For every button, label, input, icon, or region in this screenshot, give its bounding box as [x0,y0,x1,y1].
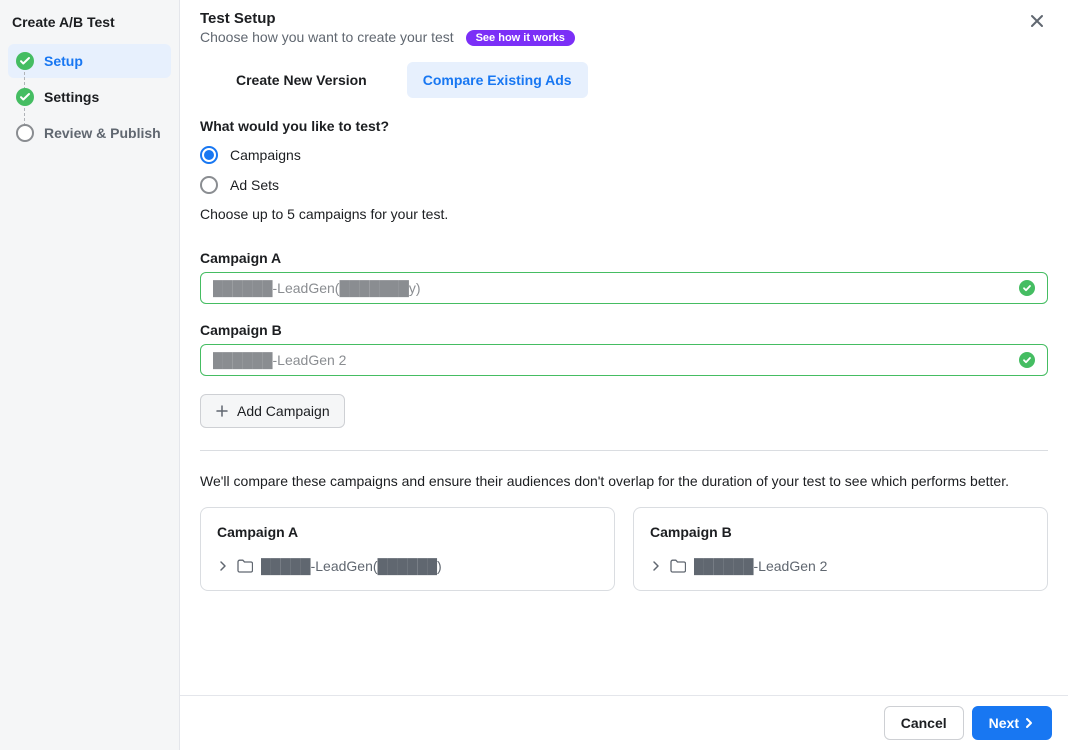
check-circle-icon [1019,352,1035,368]
card-title: Campaign A [217,524,598,540]
cancel-button[interactable]: Cancel [884,706,964,740]
card-item-label: █████-LeadGen(██████) [261,558,442,574]
divider [200,450,1048,451]
folder-icon [237,559,253,573]
chevron-right-icon [1023,717,1035,729]
card-item[interactable]: ██████-LeadGen 2 [650,558,1031,574]
footer: Cancel Next [180,695,1068,750]
page-title: Test Setup [200,10,575,27]
step-review[interactable]: Review & Publish [8,116,171,150]
step-label: Review & Publish [44,125,161,141]
step-label: Setup [44,53,83,69]
header: Test Setup Choose how you want to create… [180,0,1068,98]
question-label: What would you like to test? [200,118,1048,134]
campaign-a-heading: Campaign A [200,250,1048,266]
see-how-pill[interactable]: See how it works [466,30,575,46]
radio-icon [200,146,218,164]
radio-label: Campaigns [230,147,301,163]
plus-icon [215,404,229,418]
cards-row: Campaign A █████-LeadGen(██████) Campaig… [200,507,1048,591]
card-item-label: ██████-LeadGen 2 [694,558,827,574]
campaign-a-select[interactable]: ██████-LeadGen(███████y) [200,272,1048,304]
chevron-right-icon [217,560,229,572]
compare-description: We'll compare these campaigns and ensure… [200,473,1048,489]
card-item[interactable]: █████-LeadGen(██████) [217,558,598,574]
radio-label: Ad Sets [230,177,279,193]
select-value: ██████-LeadGen(███████y) [213,280,421,296]
add-campaign-button[interactable]: Add Campaign [200,394,345,428]
content: What would you like to test? Campaigns A… [180,98,1068,750]
sidebar: Create A/B Test Setup Settings Review & … [0,0,180,750]
preview-card-a: Campaign A █████-LeadGen(██████) [200,507,615,591]
check-circle-icon [16,52,34,70]
help-text: Choose up to 5 campaigns for your test. [200,206,1048,222]
page-subtitle: Choose how you want to create your test … [200,29,575,46]
next-button[interactable]: Next [972,706,1052,740]
radio-ad-sets[interactable]: Ad Sets [200,176,1048,194]
campaign-b-heading: Campaign B [200,322,1048,338]
radio-campaigns[interactable]: Campaigns [200,146,1048,164]
chevron-right-icon [650,560,662,572]
radio-icon [200,176,218,194]
folder-icon [670,559,686,573]
check-circle-icon [16,88,34,106]
main: Test Setup Choose how you want to create… [180,0,1068,750]
campaign-b-select[interactable]: ██████-LeadGen 2 [200,344,1048,376]
tabs: Create New Version Compare Existing Ads [200,62,1048,98]
close-icon[interactable] [1026,10,1048,35]
step-label: Settings [44,89,99,105]
sidebar-title: Create A/B Test [12,14,167,30]
card-title: Campaign B [650,524,1031,540]
tab-compare-existing-ads[interactable]: Compare Existing Ads [407,62,588,98]
step-setup[interactable]: Setup [8,44,171,78]
check-circle-icon [1019,280,1035,296]
step-settings[interactable]: Settings [8,80,171,114]
preview-card-b: Campaign B ██████-LeadGen 2 [633,507,1048,591]
tab-create-new-version[interactable]: Create New Version [220,62,383,98]
add-campaign-label: Add Campaign [237,403,330,419]
empty-circle-icon [16,124,34,142]
select-value: ██████-LeadGen 2 [213,352,346,368]
